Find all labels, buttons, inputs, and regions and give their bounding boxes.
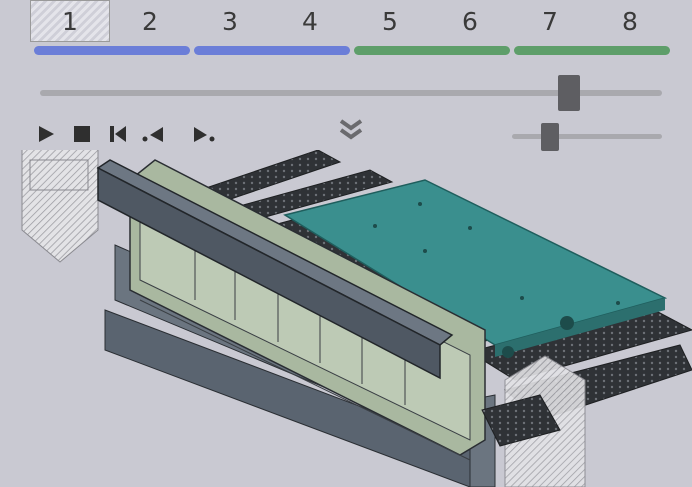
- step-tab-label: 8: [622, 6, 638, 36]
- step-tab-label: 7: [542, 6, 558, 36]
- timeline-slider-thumb[interactable]: [558, 75, 580, 111]
- step-tab-1[interactable]: 1: [30, 0, 110, 42]
- step-tab-label: 5: [382, 6, 398, 36]
- progress-bar-group-4: [514, 46, 670, 55]
- step-tab-8[interactable]: 8: [590, 0, 670, 42]
- play-icon: [39, 126, 54, 142]
- step-back-icon: [142, 127, 163, 142]
- skip-start-icon: [110, 126, 126, 142]
- 3d-viewport[interactable]: [0, 150, 692, 487]
- step-back-button[interactable]: [140, 120, 168, 148]
- speed-slider-track[interactable]: [512, 134, 662, 139]
- progress-bar-group-1: [34, 46, 190, 55]
- ghost-clamp-right: [481, 355, 586, 487]
- double-chevron-down-icon: [339, 119, 363, 140]
- ghost-clamp-left: [21, 150, 99, 263]
- step-forward-button[interactable]: [190, 120, 218, 148]
- step-tab-label: 1: [62, 6, 78, 36]
- step-tab-label: 3: [222, 6, 238, 36]
- stop-icon: [74, 126, 90, 142]
- step-tab-3[interactable]: 3: [190, 0, 270, 42]
- step-tab-label: 6: [462, 6, 478, 36]
- expand-button[interactable]: [336, 116, 366, 144]
- play-button[interactable]: [34, 120, 58, 148]
- step-tab-label: 2: [142, 6, 158, 36]
- step-tab-6[interactable]: 6: [430, 0, 510, 42]
- skip-start-button[interactable]: [106, 120, 130, 148]
- speed-slider-thumb[interactable]: [541, 123, 559, 151]
- step-tab-5[interactable]: 5: [350, 0, 430, 42]
- step-tab-2[interactable]: 2: [110, 0, 190, 42]
- step-tab-4[interactable]: 4: [270, 0, 350, 42]
- progress-bar-group-3: [354, 46, 510, 55]
- step-tabs: 1 2 3 4 5 6 7 8: [30, 0, 672, 44]
- step-tab-7[interactable]: 7: [510, 0, 590, 42]
- progress-bar-group-2: [194, 46, 350, 55]
- step-tab-label: 4: [302, 6, 318, 36]
- step-forward-icon: [194, 127, 215, 142]
- stop-button[interactable]: [70, 120, 94, 148]
